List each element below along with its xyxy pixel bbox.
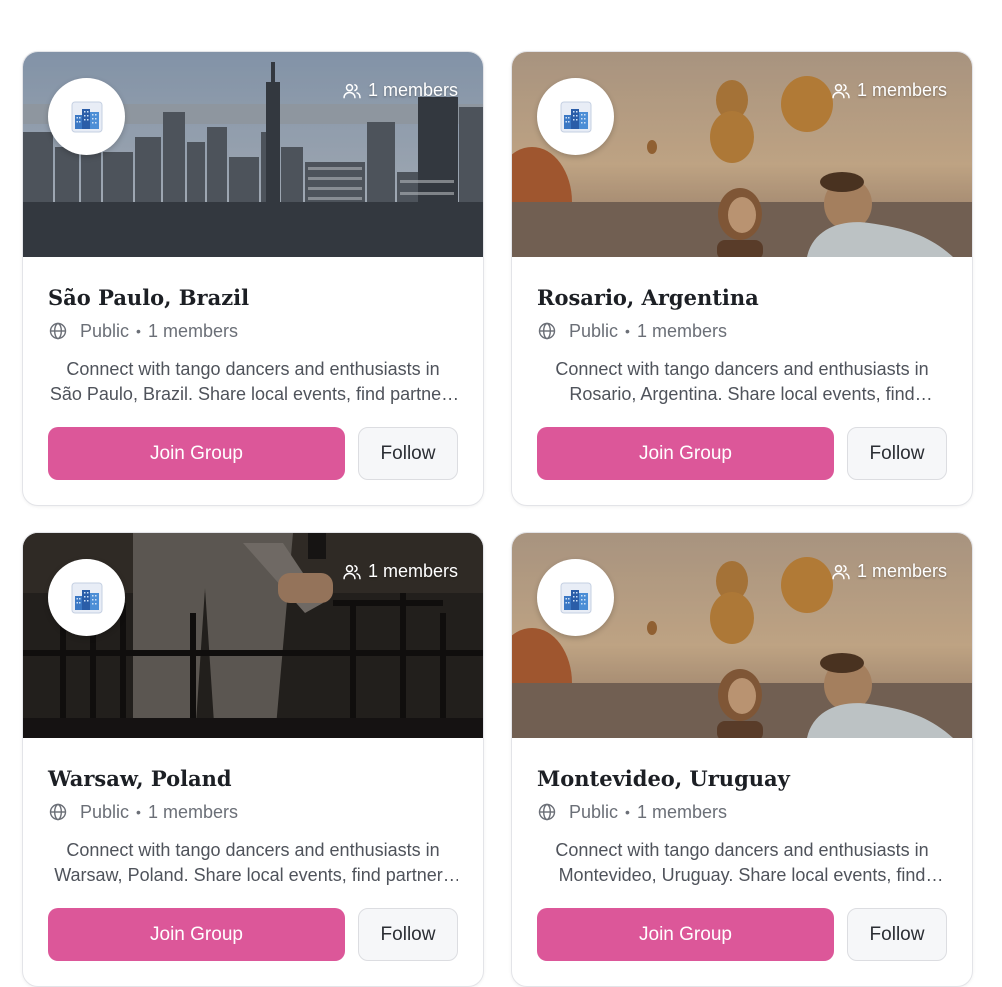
- visibility-label: Public: [569, 320, 619, 341]
- group-cover-image: 1 members: [512, 533, 972, 738]
- members-badge-text: 1 members: [856, 561, 947, 581]
- city-buildings-icon: [71, 582, 103, 614]
- card-actions: Join Group Follow: [537, 427, 947, 480]
- group-meta: Public • 1 members: [537, 800, 947, 824]
- card-actions: Join Group Follow: [48, 427, 458, 480]
- group-meta: Public • 1 members: [537, 319, 947, 343]
- group-avatar: [48, 559, 125, 636]
- members-badge-text: 1 members: [856, 80, 947, 100]
- visibility-label: Public: [569, 801, 619, 822]
- groups-grid: 1 members São Paulo, Brazil Public • 1 m…: [22, 51, 973, 987]
- join-group-button[interactable]: Join Group: [537, 908, 834, 961]
- join-group-button[interactable]: Join Group: [48, 908, 345, 961]
- member-count: 1 members: [147, 320, 238, 341]
- members-badge: 1 members: [831, 561, 947, 582]
- globe-icon: [537, 802, 557, 822]
- follow-button[interactable]: Follow: [358, 427, 458, 480]
- card-actions: Join Group Follow: [537, 908, 947, 961]
- group-meta: Public • 1 members: [48, 319, 458, 343]
- card-actions: Join Group Follow: [48, 908, 458, 961]
- join-group-button[interactable]: Join Group: [48, 427, 345, 480]
- group-avatar: [537, 559, 614, 636]
- members-badge-text: 1 members: [367, 561, 458, 581]
- group-title[interactable]: Rosario, Argentina: [537, 285, 947, 311]
- visibility-label: Public: [80, 320, 130, 341]
- city-buildings-icon: [71, 101, 103, 133]
- group-description: Connect with tango dancers and enthusias…: [555, 359, 929, 404]
- follow-button[interactable]: Follow: [847, 427, 947, 480]
- group-cover-image: 1 members: [512, 52, 972, 257]
- globe-icon: [48, 802, 68, 822]
- member-count: 1 members: [636, 801, 727, 822]
- member-count: 1 members: [147, 801, 238, 822]
- globe-icon: [48, 321, 68, 341]
- group-card[interactable]: 1 members Rosario, Argentina Public • 1 …: [511, 51, 973, 506]
- meta-separator: •: [625, 804, 630, 820]
- group-cover-image: 1 members: [23, 533, 483, 738]
- follow-button[interactable]: Follow: [847, 908, 947, 961]
- members-badge: 1 members: [831, 80, 947, 101]
- users-icon: [831, 81, 851, 101]
- visibility-label: Public: [80, 801, 130, 822]
- meta-separator: •: [625, 323, 630, 339]
- group-title[interactable]: Montevideo, Uruguay: [537, 766, 947, 792]
- globe-icon: [537, 321, 557, 341]
- group-avatar: [537, 78, 614, 155]
- group-card[interactable]: 1 members São Paulo, Brazil Public • 1 m…: [22, 51, 484, 506]
- users-icon: [831, 562, 851, 582]
- group-card[interactable]: 1 members Montevideo, Uruguay Public • 1…: [511, 532, 973, 987]
- group-avatar: [48, 78, 125, 155]
- users-icon: [342, 562, 362, 582]
- members-badge: 1 members: [342, 561, 458, 582]
- city-buildings-icon: [560, 101, 592, 133]
- group-meta: Public • 1 members: [48, 800, 458, 824]
- members-badge: 1 members: [342, 80, 458, 101]
- group-description: Connect with tango dancers and enthusias…: [49, 359, 457, 404]
- group-title[interactable]: Warsaw, Poland: [48, 766, 458, 792]
- group-title[interactable]: São Paulo, Brazil: [48, 285, 458, 311]
- city-buildings-icon: [560, 582, 592, 614]
- users-icon: [342, 81, 362, 101]
- join-group-button[interactable]: Join Group: [537, 427, 834, 480]
- meta-separator: •: [136, 323, 141, 339]
- group-cover-image: 1 members: [23, 52, 483, 257]
- follow-button[interactable]: Follow: [358, 908, 458, 961]
- members-badge-text: 1 members: [367, 80, 458, 100]
- group-card[interactable]: 1 members Warsaw, Poland Public • 1 memb…: [22, 532, 484, 987]
- member-count: 1 members: [636, 320, 727, 341]
- meta-separator: •: [136, 804, 141, 820]
